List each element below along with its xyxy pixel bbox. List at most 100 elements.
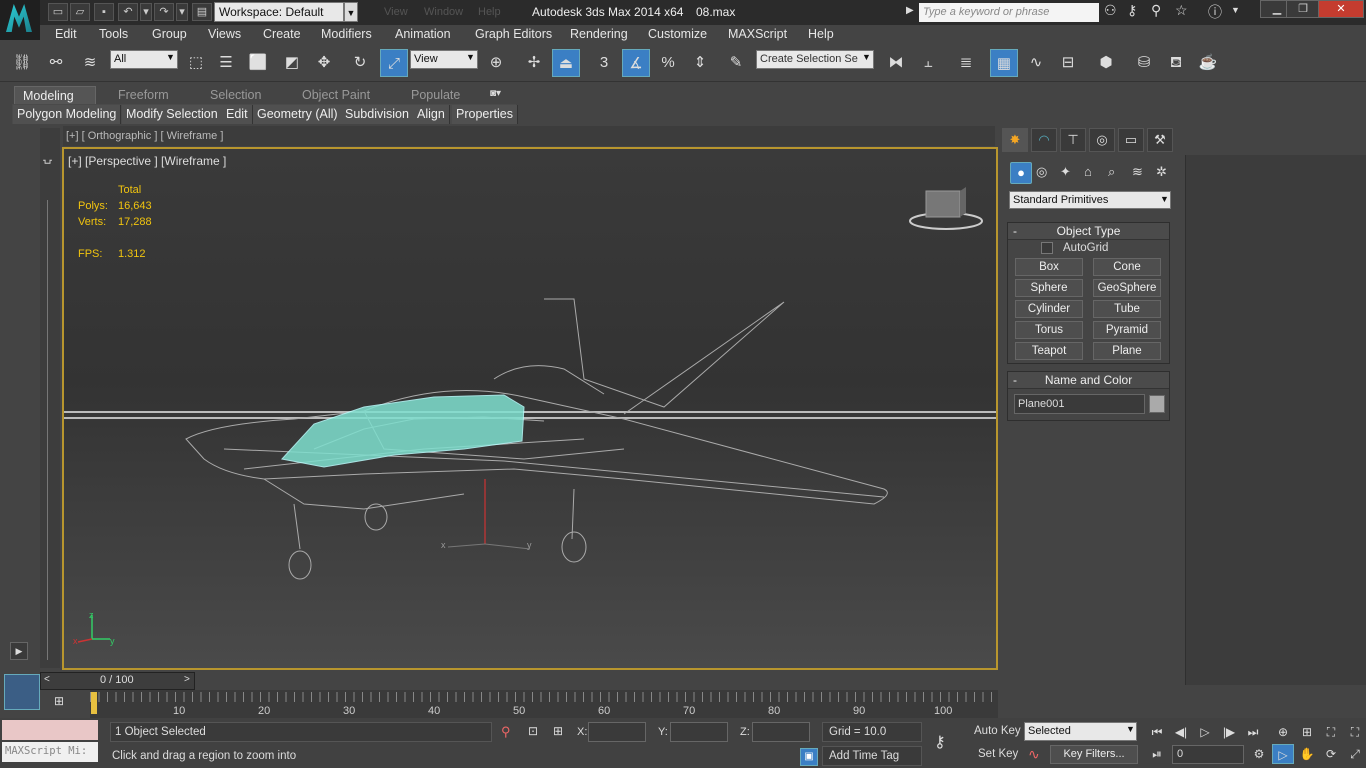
save-file-icon[interactable]: ▪ — [94, 3, 114, 21]
maximize-viewport-icon[interactable]: ⤢ — [1344, 744, 1366, 764]
undo-dropdown-icon[interactable]: ▾ — [140, 3, 152, 21]
top-viewport-label[interactable]: [+] [ Orthographic ] [ Wireframe ] — [66, 130, 223, 142]
plane-button[interactable]: Plane — [1093, 342, 1161, 360]
restore-button[interactable]: ❐ — [1286, 0, 1320, 18]
select-by-name-icon[interactable]: ☰ — [212, 49, 240, 77]
favorites-star-icon[interactable]: ☆ — [1175, 2, 1195, 22]
utilities-tab-icon[interactable]: ⚒ — [1147, 128, 1173, 152]
perspective-viewport[interactable]: [+] [Perspective ] [Wireframe ] Total Po… — [62, 147, 998, 670]
new-file-icon[interactable]: ▭ — [48, 3, 68, 21]
ribbon-properties[interactable]: Properties — [452, 105, 518, 124]
pan-view-icon[interactable]: ✋ — [1296, 744, 1318, 764]
selection-lock-icon[interactable]: ⊡ — [528, 724, 538, 738]
orbit-icon[interactable]: ⟳ — [1320, 744, 1342, 764]
default-tangent-icon[interactable]: ∿ — [1028, 746, 1040, 763]
primitive-type-dropdown[interactable]: Standard Primitives — [1009, 191, 1171, 209]
airplane-wireframe-model[interactable] — [64, 149, 998, 670]
layer-manager-icon[interactable]: ≣ — [952, 49, 980, 77]
open-file-icon[interactable]: ▱ — [70, 3, 90, 21]
geometry-icon[interactable]: ● — [1010, 162, 1032, 184]
prev-frame-icon[interactable]: < — [44, 674, 50, 685]
help-icon[interactable]: ⓘ — [1208, 2, 1228, 22]
play-icon[interactable]: ▶ — [10, 642, 28, 660]
menu-maxscript[interactable]: MAXScript — [728, 27, 787, 41]
mini-curve-editor-icon[interactable]: ⊞ — [54, 694, 64, 708]
next-frame-button-icon[interactable]: |▶ — [1218, 722, 1240, 742]
previous-frame-icon[interactable]: ◀| — [1170, 722, 1192, 742]
set-key-button[interactable]: Set Key — [978, 748, 1018, 760]
ribbon-align[interactable]: Align — [413, 105, 450, 124]
close-button[interactable]: ✕ — [1318, 0, 1364, 18]
zoom-extents-icon[interactable]: ⛶ — [1320, 722, 1342, 742]
key-mode-toggle-icon[interactable]: ⏯ — [1146, 744, 1168, 764]
auto-key-button[interactable]: Auto Key — [974, 725, 1021, 737]
x-coord-input[interactable] — [588, 722, 646, 742]
time-configuration-icon[interactable]: ⚙ — [1248, 744, 1270, 764]
next-frame-icon[interactable]: > — [184, 674, 190, 685]
menu-animation[interactable]: Animation — [395, 27, 451, 41]
search-input[interactable]: Type a keyword or phrase — [919, 3, 1099, 22]
teapot-button[interactable]: Teapot — [1015, 342, 1083, 360]
zoom-region-icon[interactable]: ▷ — [1272, 744, 1294, 764]
rendered-frame-window-icon[interactable]: ⛾ — [1162, 49, 1190, 77]
add-time-tag-button[interactable]: Add Time Tag — [822, 746, 922, 766]
spinner-snap-icon[interactable]: ⇕ — [686, 49, 714, 77]
percent-snap-icon[interactable]: % — [654, 49, 682, 77]
redo-icon[interactable]: ↷ — [154, 3, 174, 21]
redo-dropdown-icon[interactable]: ▾ — [176, 3, 188, 21]
window-crossing-icon[interactable]: ◩ — [278, 49, 306, 77]
ribbon-options-icon[interactable]: ◙▾ — [490, 88, 501, 99]
snaps-toggle-icon[interactable]: 3 — [590, 49, 618, 77]
mirror-icon[interactable]: ⧓ — [882, 49, 910, 77]
time-tag-icon[interactable]: ▣ — [800, 748, 818, 766]
named-selection-sets-dropdown[interactable]: Create Selection Se — [756, 50, 874, 69]
project-folder-icon[interactable]: ▤ — [192, 3, 212, 21]
tab-populate[interactable]: Populate — [403, 86, 468, 105]
tab-object-paint[interactable]: Object Paint — [294, 86, 378, 105]
viewport-layout-icon[interactable] — [4, 674, 40, 710]
select-manipulate-icon[interactable]: ✢ — [520, 49, 548, 77]
pivot-center-icon[interactable]: ⊕ — [482, 49, 510, 77]
hierarchy-tab-icon[interactable]: ⊤ — [1060, 128, 1086, 152]
render-production-icon[interactable]: ☕ — [1194, 49, 1222, 77]
zoom-extents-all-icon[interactable]: ⛶ — [1344, 722, 1366, 742]
object-name-field[interactable]: Plane001 — [1014, 394, 1145, 414]
edit-named-selection-icon[interactable]: ✎ — [722, 49, 750, 77]
maxscript-listener-output[interactable] — [2, 720, 98, 740]
isolate-pin-icon[interactable]: ⚲ — [501, 724, 511, 740]
menu-graph-editors[interactable]: Graph Editors — [475, 27, 552, 41]
torus-button[interactable]: Torus — [1015, 321, 1083, 339]
object-type-header[interactable]: - Object Type — [1008, 223, 1169, 240]
tab-freeform[interactable]: Freeform — [110, 86, 177, 105]
sphere-button[interactable]: Sphere — [1015, 279, 1083, 297]
display-tab-icon[interactable]: ▭ — [1118, 128, 1144, 152]
go-to-start-icon[interactable]: ⏮ — [1146, 722, 1168, 742]
chevron-down-icon[interactable]: ▼ — [344, 2, 358, 22]
select-and-scale-icon[interactable]: ⤢ — [380, 49, 408, 77]
autogrid-checkbox[interactable] — [1041, 242, 1053, 254]
lock-icon[interactable]: ⍽ — [43, 150, 52, 164]
tab-modeling[interactable]: Modeling — [14, 86, 96, 105]
menu-edit[interactable]: Edit — [55, 27, 77, 41]
render-setup-icon[interactable]: ⛁ — [1130, 49, 1158, 77]
systems-icon[interactable]: ✲ — [1156, 164, 1167, 180]
menu-views[interactable]: Views — [208, 27, 241, 41]
key-mode-dropdown[interactable]: Selected — [1024, 722, 1137, 741]
ribbon-toggle-icon[interactable]: ▦ — [990, 49, 1018, 77]
set-key-icon[interactable]: ⚷ — [934, 732, 946, 752]
binoculars-icon[interactable]: ⚇ — [1104, 2, 1124, 22]
cylinder-button[interactable]: Cylinder — [1015, 300, 1083, 318]
search-expand-icon[interactable]: ▶ — [906, 5, 914, 16]
name-color-header[interactable]: - Name and Color — [1008, 372, 1169, 389]
key-filters-button[interactable]: Key Filters... — [1050, 745, 1138, 764]
object-color-swatch[interactable] — [1149, 395, 1165, 413]
geosphere-button[interactable]: GeoSphere — [1093, 279, 1161, 297]
tab-selection[interactable]: Selection — [202, 86, 269, 105]
align-icon[interactable]: ⫠ — [914, 49, 942, 77]
go-to-end-icon[interactable]: ⏭ — [1242, 722, 1264, 742]
zoom-all-icon[interactable]: ⊞ — [1296, 722, 1318, 742]
cameras-icon[interactable]: ⌂ — [1084, 164, 1092, 179]
menu-modifiers[interactable]: Modifiers — [321, 27, 372, 41]
ribbon-geometry-all[interactable]: Geometry (All) — [253, 105, 343, 124]
play-animation-icon[interactable]: ▷ — [1194, 722, 1216, 742]
